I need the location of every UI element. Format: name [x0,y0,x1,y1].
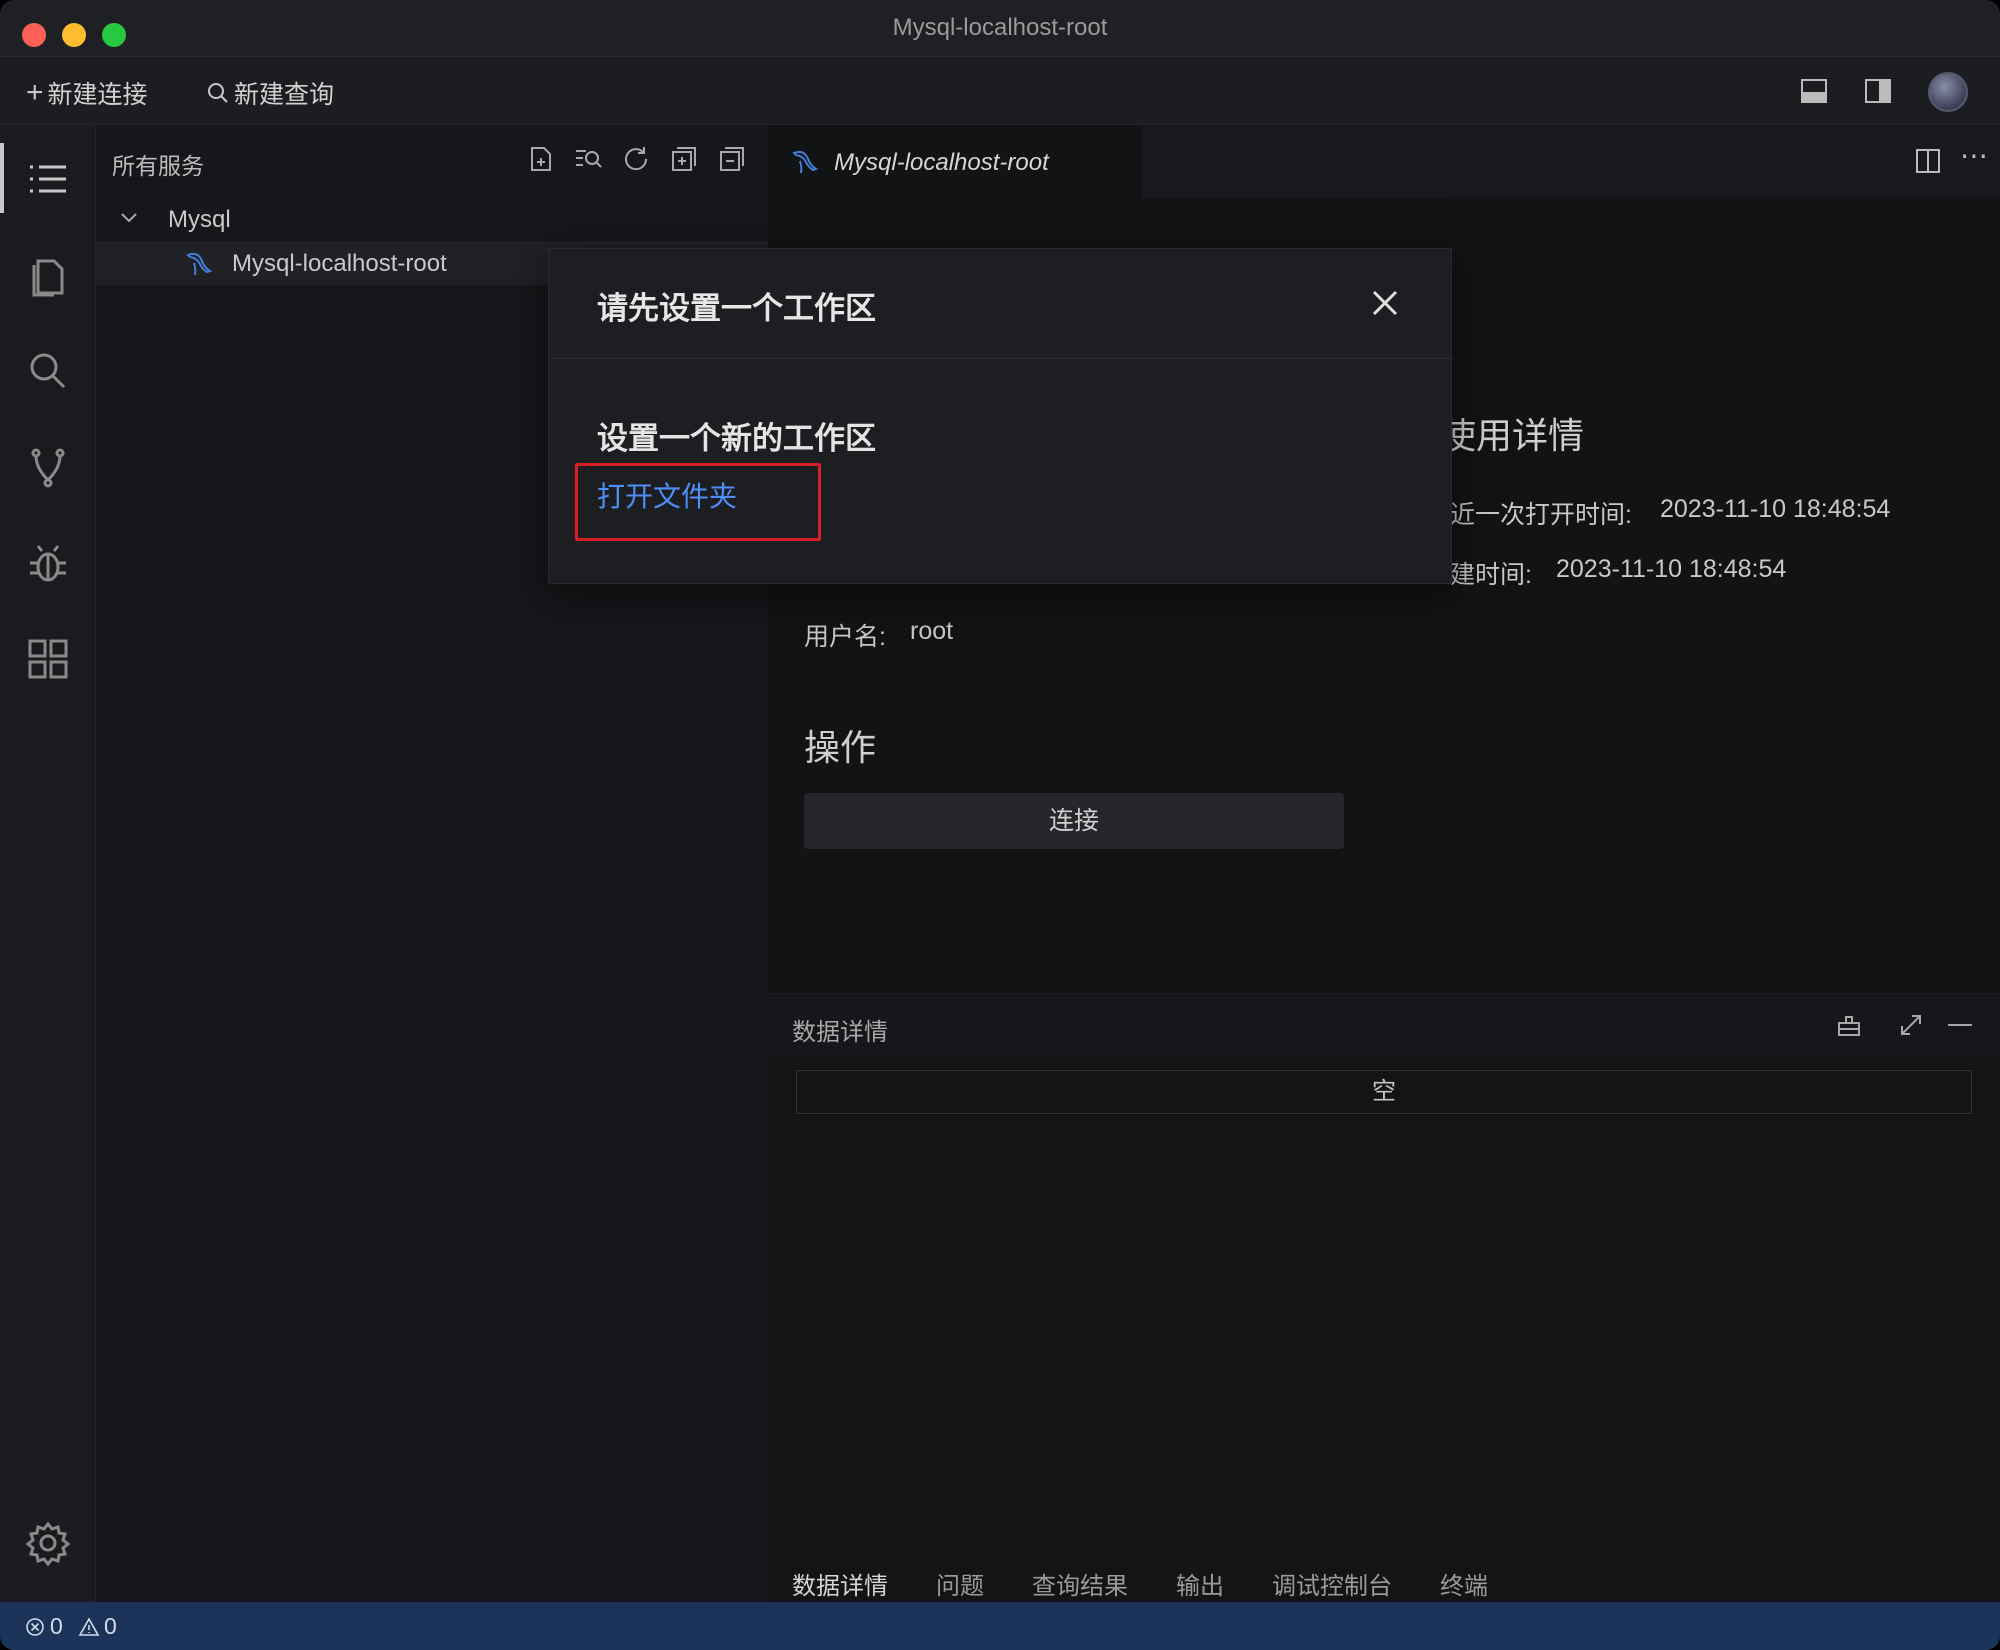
bottom-panel: 数据详情 空 数据详情 问题 查询结果 输出 调试控制台 终端 [768,993,2000,1606]
expand-icon[interactable] [1898,1012,1924,1038]
new-query-button[interactable]: 新建查询 [206,75,334,111]
status-bar: 0 0 [0,1602,2000,1650]
close-icon[interactable] [1369,287,1401,319]
minimize-icon[interactable] [1948,1024,1972,1026]
created-label: 建时间: [1450,561,1532,589]
top-toolbar: + 新建连接 新建查询 [0,57,2000,125]
toggle-sidebar-icon[interactable] [1864,77,1892,105]
gear-icon[interactable] [24,1519,72,1567]
active-indicator [0,143,4,213]
refresh-icon[interactable] [622,145,650,173]
actions-heading: 操作 [804,727,877,768]
tree-group-mysql[interactable]: Mysql [96,197,768,241]
username-value: root [910,617,954,645]
tree-item-label: Mysql-localhost-root [232,250,447,277]
activity-bar [0,125,96,1602]
toggle-panel-icon[interactable] [1800,77,1828,105]
mysql-dolphin-icon [792,150,819,174]
extensions-icon[interactable] [24,635,72,683]
collapse-all-icon[interactable] [718,145,746,173]
warnings-count: 0 [104,1613,117,1639]
warning-icon [78,1616,100,1636]
panel-tab-query-results[interactable]: 查询结果 [1032,1566,1128,1602]
clear-icon[interactable] [1834,1010,1864,1040]
connect-button[interactable]: 连接 [804,793,1344,849]
usage-heading: 使用详情 [1440,415,1585,456]
source-control-icon[interactable] [24,443,72,491]
last-open-value: 2023-11-10 18:48:54 [1660,495,1891,523]
plus-icon: + [26,76,44,109]
panel-tab-terminal[interactable]: 终端 [1440,1566,1488,1602]
window-title: Mysql-localhost-root [892,14,1108,41]
mysql-dolphin-icon [186,252,213,276]
empty-state: 空 [796,1070,1972,1114]
tree-group-label: Mysql [168,206,231,233]
panel-tabs: 数据详情 问题 查询结果 输出 调试控制台 终端 [792,1566,1488,1606]
errors-indicator[interactable]: 0 [24,1613,63,1640]
debug-icon[interactable] [24,539,72,587]
last-open-label: 近一次打开时间: [1450,501,1632,529]
list-icon[interactable] [24,155,72,203]
panel-header: 数据详情 [768,994,2000,1056]
search-icon [208,83,228,103]
panel-tab-output[interactable]: 输出 [1176,1566,1224,1602]
app-window: Mysql-localhost-root + 新建连接 新建查询 所有服务 My… [0,0,2000,1650]
more-actions-icon[interactable]: ⋯ [1960,139,1988,172]
workspace-dialog: 请先设置一个工作区 设置一个新的工作区 打开文件夹 [548,248,1453,584]
chevron-down-icon [121,213,137,223]
avatar[interactable] [1928,72,1968,112]
warnings-indicator[interactable]: 0 [78,1613,117,1640]
error-icon [26,1617,44,1636]
tab-bar: Mysql-localhost-root ⋯ [768,125,2000,199]
filter-search-icon[interactable] [574,145,602,173]
dialog-header: 请先设置一个工作区 [549,249,1453,359]
tab-label: Mysql-localhost-root [834,149,1049,176]
open-folder-link[interactable]: 打开文件夹 [597,475,737,515]
panel-tab-debug-console[interactable]: 调试控制台 [1272,1566,1392,1602]
panel-tab-problems[interactable]: 问题 [936,1566,984,1602]
dialog-title: 请先设置一个工作区 [597,291,876,326]
new-file-icon[interactable] [528,145,554,173]
new-connection-label: 新建连接 [47,81,148,109]
search-icon[interactable] [24,347,72,395]
files-icon[interactable] [24,251,72,299]
errors-count: 0 [50,1613,63,1639]
sidebar-title: 所有服务 [112,153,204,179]
title-bar: Mysql-localhost-root [0,0,2000,57]
created-value: 2023-11-10 18:48:54 [1556,555,1787,583]
split-editor-icon[interactable] [1914,147,1942,175]
username-label: 用户名: [804,623,886,651]
tab-connection[interactable]: Mysql-localhost-root [768,125,1142,199]
new-connection-button[interactable]: + 新建连接 [26,75,148,111]
panel-title: 数据详情 [792,1019,888,1046]
new-window-icon[interactable] [670,145,698,173]
dialog-subtitle: 设置一个新的工作区 [597,421,876,456]
new-query-label: 新建查询 [234,81,335,109]
panel-tab-data-details[interactable]: 数据详情 [792,1566,888,1606]
